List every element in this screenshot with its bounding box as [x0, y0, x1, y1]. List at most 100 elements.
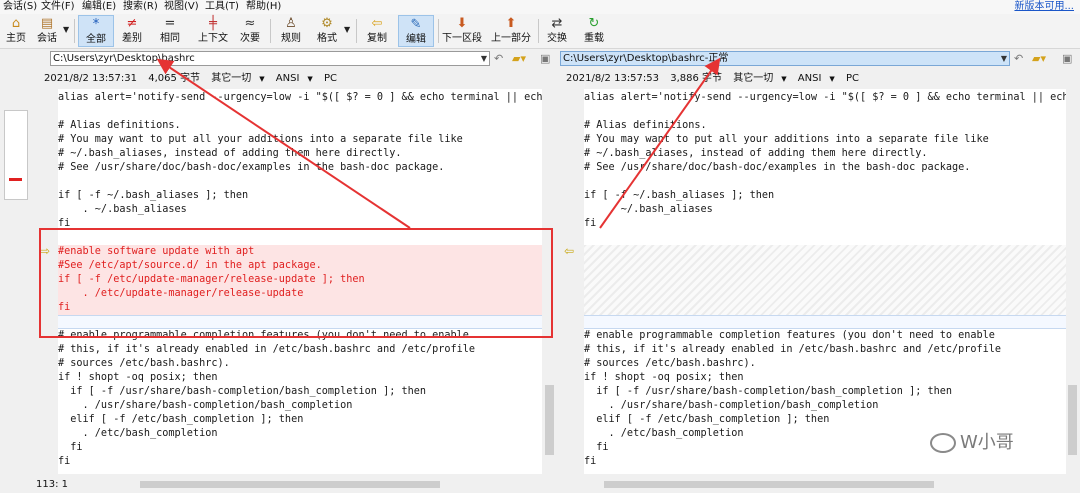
right-vertical-scrollbar[interactable]: [1066, 89, 1079, 474]
menu-help[interactable]: 帮助(H): [246, 0, 281, 13]
right-save-icon[interactable]: ▣: [1062, 52, 1072, 65]
copy-button[interactable]: ⇦ 复制: [363, 15, 391, 47]
code-line: fi: [58, 456, 71, 467]
show-same-button[interactable]: = 相同: [154, 15, 186, 47]
menu-bar: 会话(S) 文件(F) 编辑(E) 搜索(R) 视图(V) 工具(T) 帮助(H…: [0, 0, 1080, 14]
code-line: # See /usr/share/doc/bash-doc/examples i…: [584, 162, 971, 173]
menu-tools[interactable]: 工具(T): [205, 0, 239, 13]
minor-button[interactable]: ≈ 次要: [236, 15, 264, 47]
left-timestamp: 2021/8/2 13:57:31: [44, 73, 138, 84]
missing-lines-placeholder: [584, 245, 1066, 315]
context-button[interactable]: ╪ 上下文: [194, 15, 232, 47]
right-file-info: 2021/8/2 13:57:53 3,886 字节 其它一切 ▼ ANSI ▼ P…: [566, 73, 859, 84]
prev-section-arrow-icon: ⬆: [505, 16, 517, 31]
left-path-input[interactable]: C:\Users\zyr\Desktop\bashrc ▼: [50, 51, 490, 66]
cursor-position: 113: 1: [36, 479, 68, 490]
edit-pencil-icon: ✎: [410, 17, 422, 32]
left-open-folder-icon[interactable]: ▰▾: [512, 52, 526, 65]
code-line: . /usr/share/bash-completion/bash_comple…: [584, 400, 879, 411]
code-line: if [ -f ~/.bash_aliases ]; then: [58, 190, 249, 201]
menu-search[interactable]: 搜索(R): [123, 0, 158, 13]
reload-icon: ↻: [588, 16, 600, 31]
right-open-folder-icon[interactable]: ▰▾: [1032, 52, 1046, 65]
session-dropdown-icon[interactable]: ▼: [63, 25, 69, 34]
session-button[interactable]: ▤ 会话: [33, 15, 61, 47]
code-line: . /etc/bash_completion: [58, 428, 218, 439]
code-line: elif [ -f /etc/bash_completion ]; then: [58, 414, 304, 425]
not-equal-icon: ≠: [126, 16, 138, 31]
code-line: if ! shopt -oq posix; then: [584, 372, 744, 383]
right-horizontal-scrollbar[interactable]: [584, 478, 1066, 491]
code-line: # Alias definitions.: [58, 120, 181, 131]
menu-view[interactable]: 视图(V): [164, 0, 199, 13]
right-format[interactable]: 其它一切: [733, 73, 773, 84]
menu-edit[interactable]: 编辑(E): [82, 0, 116, 13]
format-button[interactable]: ⚙ 格式: [313, 15, 341, 47]
watermark: W小哥: [930, 428, 1014, 454]
rules-button[interactable]: ♙ 规则: [277, 15, 305, 47]
code-line: # this, if it's already enabled in /etc/…: [584, 344, 1002, 355]
session-icon: ▤: [40, 16, 54, 31]
toolbar-divider: [356, 19, 357, 43]
right-encoding[interactable]: ANSI: [798, 73, 822, 84]
approx-icon: ≈: [244, 16, 256, 31]
prev-section-button[interactable]: ⬆ 上一部分: [489, 15, 533, 47]
left-horizontal-scrollbar[interactable]: [120, 478, 556, 491]
scrollbar-thumb[interactable]: [140, 481, 440, 488]
annotation-box: [39, 228, 553, 338]
diff-overview-map[interactable]: [4, 110, 28, 200]
menu-session[interactable]: 会话(S): [3, 0, 37, 13]
left-size: 4,065 字节: [148, 73, 201, 84]
next-section-button[interactable]: ⬇ 下一区段: [441, 15, 483, 47]
code-line: # sources /etc/bash.bashrc).: [584, 358, 756, 369]
toolbar-divider: [270, 19, 271, 43]
code-line: # See /usr/share/doc/bash-doc/examples i…: [58, 162, 445, 173]
right-path-input[interactable]: C:\Users\zyr\Desktop\bashrc-正常 ▼: [560, 51, 1010, 66]
show-all-button[interactable]: * 全部: [78, 15, 114, 47]
left-save-icon[interactable]: ▣: [540, 52, 550, 65]
code-line: . ~/.bash_aliases: [584, 204, 713, 215]
copy-left-arrow-icon: ⇦: [371, 16, 383, 31]
menu-file[interactable]: 文件(F): [41, 0, 75, 13]
right-text-pane[interactable]: alias alert='notify-send --urgency=low -…: [584, 89, 1066, 474]
toolbar-divider: [74, 19, 75, 43]
swap-button[interactable]: ⇄ 交换: [543, 15, 571, 47]
code-line: alias alert='notify-send --urgency=low -…: [584, 92, 1066, 103]
diff-arrow-icon[interactable]: ⇦: [564, 245, 574, 257]
right-line-ending: PC: [845, 73, 859, 84]
code-line: fi: [58, 442, 83, 453]
rules-person-icon: ♙: [285, 16, 297, 31]
home-button[interactable]: ⌂ 主页: [2, 15, 30, 47]
left-line-ending: PC: [323, 73, 337, 84]
left-history-icon[interactable]: ↶: [494, 52, 503, 65]
new-version-link[interactable]: 新版本可用...: [1014, 0, 1074, 13]
asterisk-icon: *: [92, 17, 100, 32]
code-line: . /usr/share/bash-completion/bash_comple…: [58, 400, 353, 411]
toolbar: ⌂ 主页 ▤ 会话 ▼ * 全部 ≠ 差别 = 相同 ╪ 上下文 ≈ 次要 ♙ 规则 ⚙ 格式 ▼…: [0, 14, 1080, 49]
code-line: [584, 315, 1066, 329]
diff-overview-marker: [9, 178, 22, 181]
scrollbar-thumb[interactable]: [1068, 385, 1077, 455]
chevron-down-icon[interactable]: ▼: [481, 52, 487, 65]
right-history-icon[interactable]: ↶: [1014, 52, 1023, 65]
left-format[interactable]: 其它一切: [211, 73, 251, 84]
next-section-arrow-icon: ⬇: [456, 16, 468, 31]
code-line: if [ -f ~/.bash_aliases ]; then: [584, 190, 775, 201]
reload-button[interactable]: ↻ 重载: [580, 15, 608, 47]
chevron-down-icon[interactable]: ▼: [1001, 52, 1007, 65]
edit-button[interactable]: ✎ 编辑: [398, 15, 434, 47]
code-line: # ~/.bash_aliases, instead of adding the…: [584, 148, 928, 159]
code-line: # ~/.bash_aliases, instead of adding the…: [58, 148, 402, 159]
format-dropdown-icon[interactable]: ▼: [344, 25, 350, 34]
left-encoding[interactable]: ANSI: [276, 73, 300, 84]
right-timestamp: 2021/8/2 13:57:53: [566, 73, 660, 84]
scrollbar-thumb[interactable]: [545, 385, 554, 455]
right-gutter: ⇦: [560, 89, 584, 474]
show-differences-button[interactable]: ≠ 差别: [117, 15, 147, 47]
code-line: elif [ -f /etc/bash_completion ]; then: [584, 414, 830, 425]
scrollbar-thumb[interactable]: [604, 481, 934, 488]
overview-strip: [0, 50, 36, 478]
